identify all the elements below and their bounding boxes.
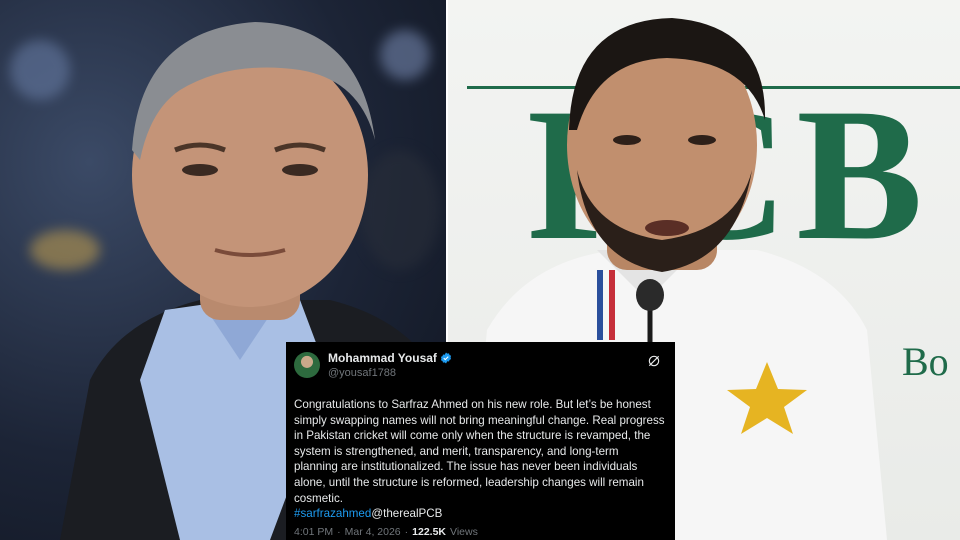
grok-icon[interactable] <box>647 354 661 368</box>
author-info: Mohammad Yousaf @yousaf1788 <box>328 351 452 379</box>
author-display-name[interactable]: Mohammad Yousaf <box>328 351 437 365</box>
author-handle[interactable]: @yousaf1788 <box>328 367 452 379</box>
tweet-header: Mohammad Yousaf @yousaf1788 <box>294 351 667 385</box>
tweet-text: Congratulations to Sarfraz Ahmed on his … <box>294 398 665 505</box>
tweet-time[interactable]: 4:01 PM <box>294 526 333 538</box>
mention-link[interactable]: @therealPCB <box>371 507 442 520</box>
meta-separator: · <box>404 525 409 538</box>
avatar[interactable] <box>294 352 320 378</box>
author-name-row[interactable]: Mohammad Yousaf <box>328 351 452 365</box>
tweet-date[interactable]: Mar 4, 2026 <box>345 526 401 538</box>
views-label: Views <box>450 525 478 538</box>
tweet-card[interactable]: Mohammad Yousaf @yousaf1788 Congratulati… <box>286 342 675 540</box>
verified-badge-icon <box>440 352 451 364</box>
tweet-meta: 4:01 PM · Mar 4, 2026 · 122.5K Views <box>294 526 667 538</box>
tweet-tags: #sarfrazahmed@therealPCB <box>294 506 667 522</box>
views-count: 122.5K <box>412 525 447 538</box>
hashtag-link[interactable]: #sarfrazahmed <box>294 507 371 520</box>
meta-separator: · <box>337 525 341 538</box>
